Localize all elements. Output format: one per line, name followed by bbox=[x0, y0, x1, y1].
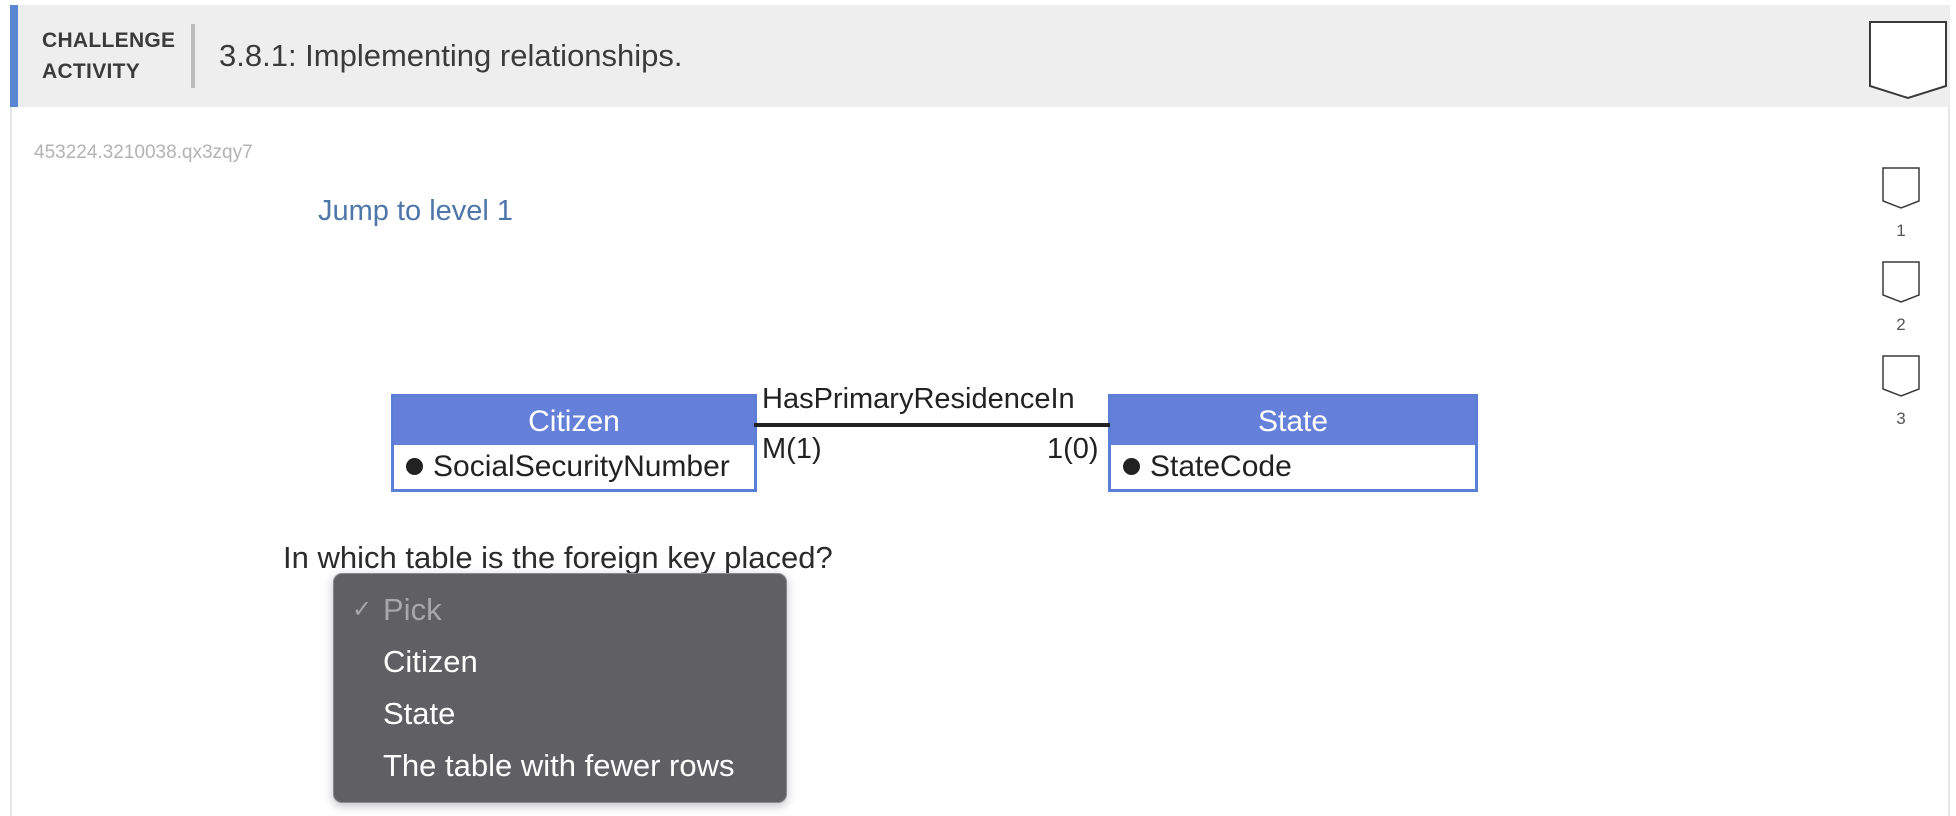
content-frame-right bbox=[1948, 107, 1950, 816]
primary-key-bullet-icon bbox=[1123, 458, 1140, 475]
level-number: 1 bbox=[1896, 221, 1906, 240]
level-indicator-1[interactable]: 1 bbox=[1878, 167, 1924, 241]
checkmark-icon: ✓ bbox=[352, 596, 373, 623]
dropdown-option-label: State bbox=[383, 696, 456, 731]
dropdown-option-label: The table with fewer rows bbox=[383, 748, 735, 783]
entity-name: State bbox=[1111, 397, 1475, 445]
entity-state: State StateCode bbox=[1108, 394, 1478, 492]
level-indicator-2[interactable]: 2 bbox=[1878, 261, 1924, 335]
completion-bookmark-icon bbox=[1868, 20, 1948, 100]
relationship-line bbox=[754, 423, 1110, 427]
jump-to-level-link[interactable]: Jump to level 1 bbox=[318, 195, 513, 228]
question-text: In which table is the foreign key placed… bbox=[283, 540, 833, 575]
activity-header: CHALLENGE ACTIVITY 3.8.1: Implementing r… bbox=[10, 5, 1950, 107]
level-bookmark-icon bbox=[1882, 261, 1920, 303]
entity-name: Citizen bbox=[394, 397, 754, 445]
dropdown-option-pick: ✓ Pick bbox=[334, 586, 786, 634]
dropdown-option-label: Citizen bbox=[383, 644, 478, 679]
level-indicator-3[interactable]: 3 bbox=[1878, 355, 1924, 429]
primary-key-bullet-icon bbox=[406, 458, 423, 475]
activity-id: 453224.3210038.qx3zqy7 bbox=[34, 142, 253, 163]
level-bookmark-icon bbox=[1882, 355, 1920, 397]
left-cardinality: M(1) bbox=[762, 433, 822, 465]
header-divider bbox=[191, 24, 195, 88]
entity-attribute: StateCode bbox=[1111, 445, 1475, 489]
challenge-activity-page: CHALLENGE ACTIVITY 3.8.1: Implementing r… bbox=[0, 0, 1956, 816]
level-number: 2 bbox=[1896, 315, 1906, 334]
content-frame-left bbox=[10, 107, 12, 816]
level-bookmark-icon bbox=[1882, 167, 1920, 209]
level-number: 3 bbox=[1896, 409, 1906, 428]
dropdown-option-label: Pick bbox=[383, 592, 442, 627]
right-cardinality: 1(0) bbox=[1047, 433, 1099, 465]
attribute-name: StateCode bbox=[1150, 450, 1292, 483]
answer-dropdown-menu[interactable]: ✓ Pick Citizen State The table with fewe… bbox=[333, 573, 787, 803]
activity-type-line-2: ACTIVITY bbox=[42, 60, 141, 83]
entity-attribute: SocialSecurityNumber bbox=[394, 445, 754, 489]
activity-type-line-1: CHALLENGE bbox=[42, 29, 176, 52]
entity-citizen: Citizen SocialSecurityNumber bbox=[391, 394, 757, 492]
dropdown-option-state[interactable]: State bbox=[334, 690, 786, 738]
attribute-name: SocialSecurityNumber bbox=[433, 450, 730, 483]
relationship-name: HasPrimaryResidenceIn bbox=[762, 383, 1075, 415]
dropdown-option-fewer-rows[interactable]: The table with fewer rows bbox=[334, 742, 786, 790]
header-accent-bar bbox=[10, 5, 18, 107]
dropdown-option-citizen[interactable]: Citizen bbox=[334, 638, 786, 686]
activity-title: 3.8.1: Implementing relationships. bbox=[219, 38, 683, 73]
activity-type-label: CHALLENGE ACTIVITY bbox=[42, 25, 192, 87]
